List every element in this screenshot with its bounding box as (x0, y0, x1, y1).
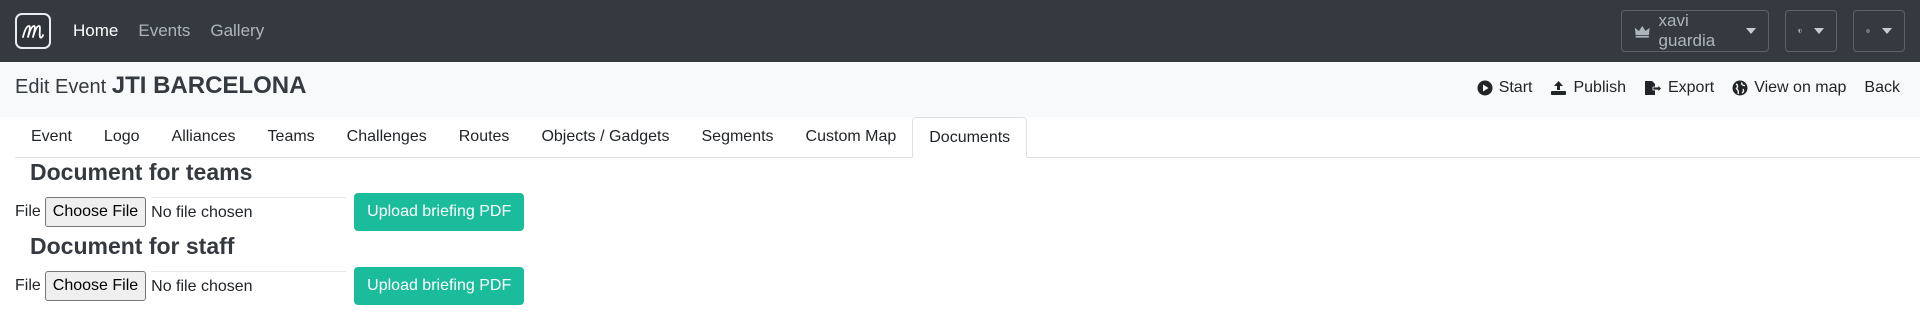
tab-objects-gadgets[interactable]: Objects / Gadgets (525, 117, 685, 157)
back-label: Back (1864, 79, 1900, 96)
chevron-down-icon (1814, 28, 1824, 34)
staff-choose-file-button[interactable]: Choose File (44, 271, 147, 301)
user-menu-button[interactable]: xavi guardia (1621, 10, 1769, 52)
tab-segments[interactable]: Segments (686, 117, 790, 157)
tab-teams[interactable]: Teams (252, 117, 331, 157)
teams-file-label: File (15, 203, 41, 220)
tab-routes[interactable]: Routes (443, 117, 526, 157)
export-label: Export (1667, 79, 1715, 96)
teams-file-row: File Choose File No file chosen Upload b… (15, 193, 525, 231)
nav-home[interactable]: Home (73, 21, 118, 41)
back-button[interactable]: Back (1864, 79, 1900, 97)
publish-button[interactable]: Publish (1550, 79, 1626, 97)
top-navbar: Home Events Gallery xavi guardia (0, 0, 1920, 62)
edit-event-label: Edit Event (15, 76, 107, 98)
tab-alliances[interactable]: Alliances (156, 117, 252, 157)
page-title: Edit Event JTI BARCELONA (15, 72, 306, 100)
crown-icon (1634, 26, 1650, 38)
staff-file-row: File Choose File No file chosen Upload b… (15, 267, 525, 305)
staff-file-status: No file chosen (151, 271, 347, 301)
tab-challenges[interactable]: Challenges (331, 117, 443, 157)
teams-choose-file-button[interactable]: Choose File (44, 197, 147, 227)
teams-file-status: No file chosen (151, 197, 347, 227)
teams-upload-briefing-button[interactable]: Upload briefing PDF (354, 193, 525, 231)
nav-gallery[interactable]: Gallery (210, 21, 264, 41)
tab-logo[interactable]: Logo (88, 117, 156, 157)
view-on-map-button[interactable]: View on map (1732, 79, 1846, 97)
event-actions: Start Publish Export View on map Back (1477, 79, 1900, 97)
tab-event[interactable]: Event (15, 117, 88, 157)
event-header: Edit Event JTI BARCELONA Start Publish E… (0, 62, 1920, 117)
file-export-icon (1644, 81, 1662, 95)
upload-icon (1551, 81, 1567, 95)
start-label: Start (1498, 79, 1533, 96)
export-button[interactable]: Export (1644, 79, 1714, 97)
globe-icon (1866, 29, 1870, 33)
event-name: JTI BARCELONA (111, 72, 307, 99)
publish-label: Publish (1573, 79, 1626, 96)
globe-map-icon (1732, 80, 1748, 96)
main-nav: Home Events Gallery (73, 21, 264, 41)
teams-document-title: Document for teams (30, 159, 253, 185)
chevron-down-icon (1746, 28, 1756, 34)
chevron-down-icon (1882, 28, 1892, 34)
user-name: xavi guardia (1658, 11, 1716, 50)
logo-icon (22, 25, 44, 39)
tab-documents[interactable]: Documents (912, 117, 1028, 158)
event-tabs: Event Logo Alliances Teams Challenges Ro… (15, 117, 1920, 158)
shield-icon (1798, 28, 1802, 34)
start-button[interactable]: Start (1477, 79, 1533, 97)
view-on-map-label: View on map (1754, 79, 1847, 96)
staff-document-title: Document for staff (30, 233, 235, 259)
app-logo[interactable] (15, 13, 51, 49)
navbar-right: xavi guardia (1621, 10, 1905, 52)
staff-file-label: File (15, 277, 41, 294)
staff-upload-briefing-button[interactable]: Upload briefing PDF (354, 267, 525, 305)
play-circle-icon (1477, 80, 1493, 96)
tab-custom-map[interactable]: Custom Map (790, 117, 913, 157)
nav-events[interactable]: Events (138, 21, 190, 41)
admin-menu-button[interactable] (1785, 10, 1837, 52)
language-menu-button[interactable] (1853, 10, 1905, 52)
